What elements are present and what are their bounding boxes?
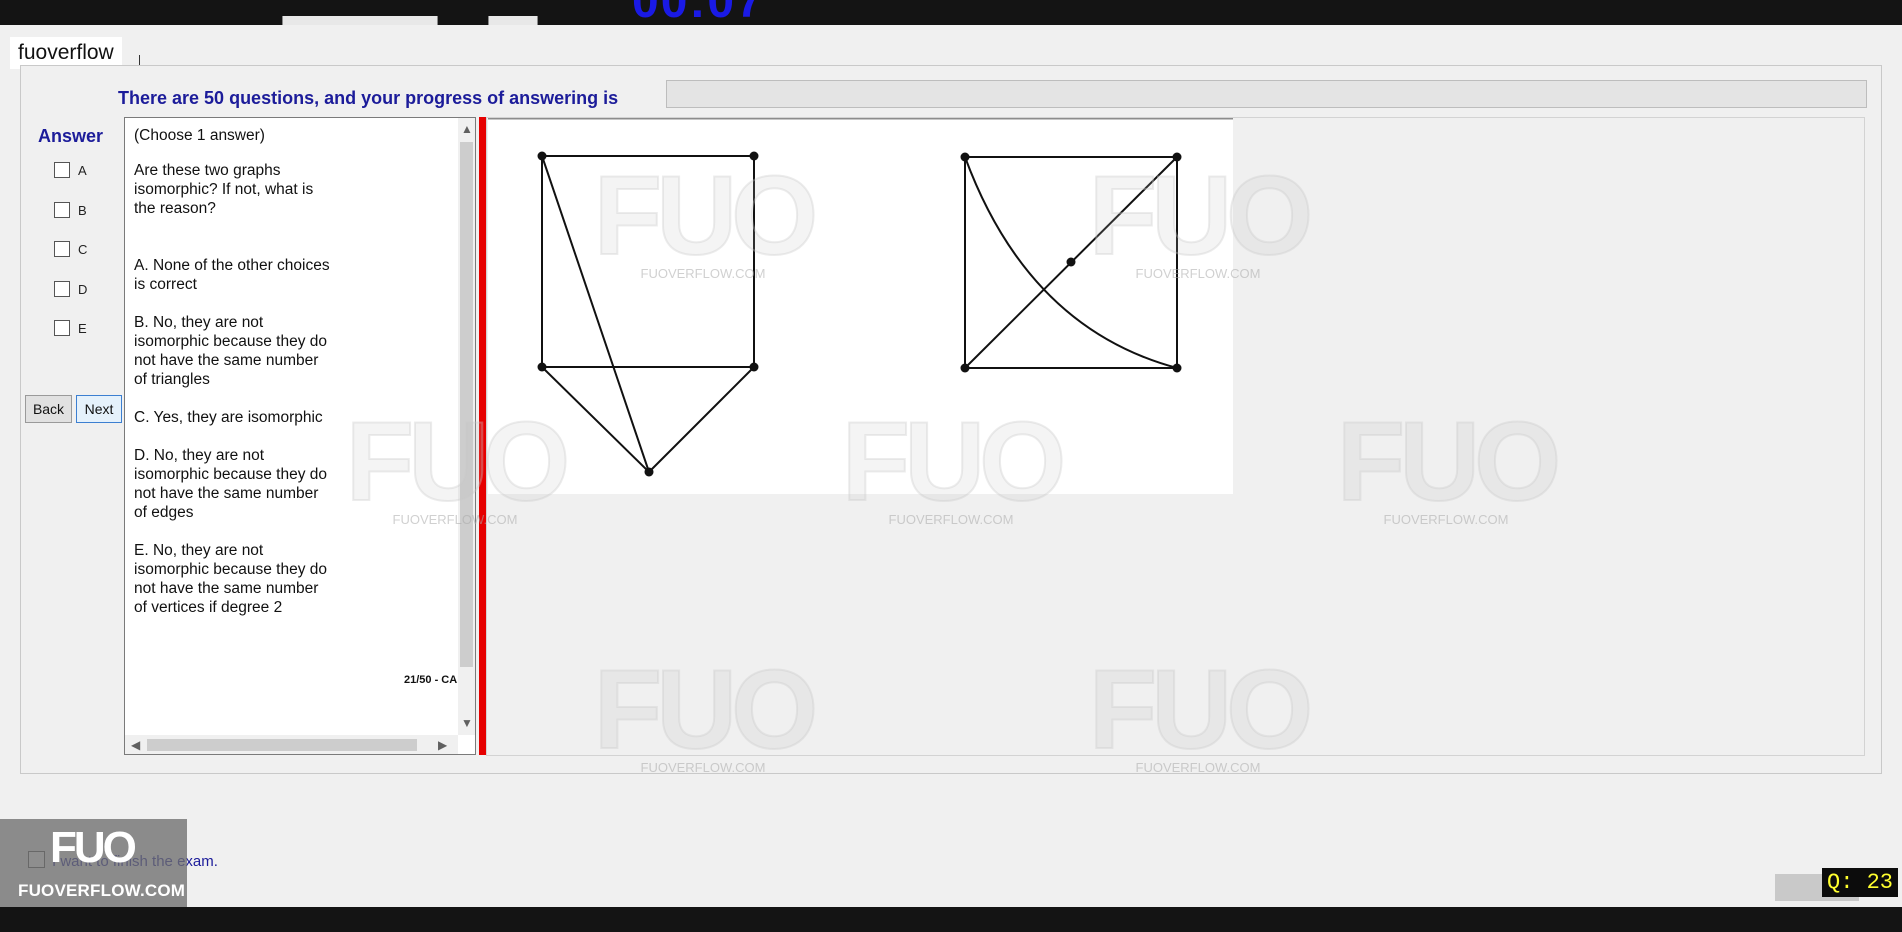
answer-option-e[interactable]: E <box>54 320 87 336</box>
checkbox-e[interactable] <box>54 320 70 336</box>
answer-option-label: E <box>78 320 87 336</box>
question-instruction: (Choose 1 answer) <box>134 127 265 144</box>
top-bar: 00:07 <box>0 0 1902 25</box>
checkbox-c[interactable] <box>54 241 70 257</box>
question-image <box>488 118 1233 494</box>
header-small-control[interactable] <box>488 16 538 25</box>
answer-option-d[interactable]: D <box>54 281 87 297</box>
horizontal-scrollbar[interactable]: ◀ ▶ <box>125 735 458 754</box>
header-combobox[interactable] <box>282 16 438 25</box>
question-text: (Choose 1 answer) Are these two graphs i… <box>134 126 334 636</box>
scroll-down-icon[interactable]: ▼ <box>461 717 473 729</box>
answer-option-c[interactable]: C <box>54 241 87 257</box>
question-panel[interactable]: (Choose 1 answer) Are these two graphs i… <box>124 117 476 755</box>
answer-option-label: C <box>78 241 88 257</box>
horizontal-scroll-thumb[interactable] <box>147 739 417 751</box>
choice-b: B. No, they are not isomorphic because t… <box>134 314 328 388</box>
choice-c: C. Yes, they are isomorphic <box>134 409 323 426</box>
bottom-bar <box>0 907 1902 932</box>
choice-d: D. No, they are not isomorphic because t… <box>134 447 328 521</box>
question-counter: Q: 23 <box>1822 868 1899 897</box>
checkbox-b[interactable] <box>54 202 70 218</box>
next-button[interactable]: Next <box>76 395 122 423</box>
scroll-up-icon[interactable]: ▲ <box>461 123 473 135</box>
exam-timer: 00:07 <box>632 0 765 25</box>
back-button[interactable]: Back <box>25 395 72 423</box>
answer-option-label: A <box>78 162 87 178</box>
progress-label: There are 50 questions, and your progres… <box>118 88 619 108</box>
question-code: 21/50 - CAP <box>404 674 465 686</box>
vertical-scrollbar[interactable]: ▲ ▼ <box>458 118 475 735</box>
answer-option-a[interactable]: A <box>54 162 87 178</box>
logo-text: FUOVERFLOW.COM <box>18 881 186 900</box>
checkbox-d[interactable] <box>54 281 70 297</box>
progress-bar <box>666 80 1867 108</box>
site-logo: FUO FUOVERFLOW.COM <box>0 819 187 907</box>
choice-e: E. No, they are not isomorphic because t… <box>134 542 328 616</box>
answer-title: Answer <box>38 126 104 146</box>
scroll-left-icon[interactable]: ◀ <box>131 739 140 751</box>
answer-option-label: D <box>78 281 88 297</box>
checkbox-a[interactable] <box>54 162 70 178</box>
choice-a: A. None of the other choices is correct <box>134 257 330 293</box>
question-prompt: Are these two graphs isomorphic? If not,… <box>134 162 314 217</box>
panel-splitter[interactable] <box>479 117 486 755</box>
answer-option-label: B <box>78 202 87 218</box>
logo-mark: FUO <box>50 823 137 872</box>
scroll-right-icon[interactable]: ▶ <box>438 739 447 751</box>
graphs-figure <box>488 118 1233 494</box>
vertical-scroll-thumb[interactable] <box>460 142 473 667</box>
answer-option-b[interactable]: B <box>54 202 87 218</box>
